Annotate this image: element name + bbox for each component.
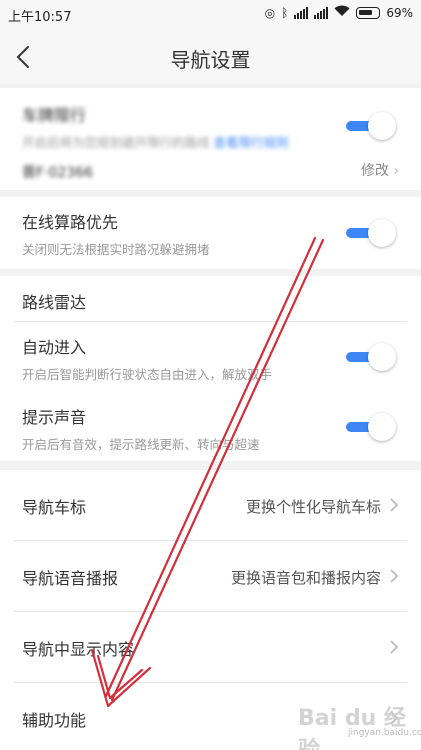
list-item-label: 导航车标 — [22, 498, 87, 517]
battery-icon — [356, 6, 381, 19]
list-item-nav-car-icon[interactable]: 导航车标 更换个性化导航车标 — [0, 470, 421, 540]
signal-icon-2 — [314, 6, 329, 19]
watermark-logo: Bai du 经验 jingyan.baidu.com — [298, 706, 421, 750]
plate-restriction-card: 车牌限行 开启后将为您规划避开限行的路线 查看限行规则 晋F·02366 修改 … — [0, 88, 421, 190]
plate-restriction-title: 车牌限行 — [22, 106, 87, 125]
auto-enter-title: 自动进入 — [22, 338, 87, 357]
list-item-display-content[interactable]: 导航中显示内容 — [0, 612, 421, 682]
chevron-right-icon — [390, 498, 399, 512]
list-item-label: 导航中显示内容 — [22, 640, 135, 659]
online-route-subtitle: 关闭则无法根据实时路况躲避拥堵 — [22, 242, 210, 257]
plate-restriction-toggle[interactable] — [346, 112, 396, 140]
auto-enter-toggle[interactable] — [346, 343, 396, 371]
list-item-value: 更换语音包和播报内容 — [230, 569, 381, 587]
alarm-icon: ◎ — [264, 5, 276, 20]
list-item-label: 辅助功能 — [22, 711, 87, 730]
plate-restriction-subtitle: 开启后将为您规划避开限行的路线 查看限行规则 — [22, 135, 289, 150]
status-bar: 上午10:57 ◎ ᛒ 69% — [0, 0, 421, 30]
online-route-card: 在线算路优先 关闭则无法根据实时路况躲避拥堵 — [0, 197, 421, 269]
chevron-right-icon — [390, 569, 399, 583]
online-route-title: 在线算路优先 — [22, 213, 119, 232]
list-item-voice-broadcast[interactable]: 导航语音播报 更换语音包和播报内容 — [0, 541, 421, 611]
online-route-toggle[interactable] — [346, 219, 396, 247]
route-radar-card: 路线雷达 自动进入 开启后智能判断行驶状态自由进入，解放双手 提示声音 开启后有… — [0, 276, 421, 461]
list-item-label: 导航语音播报 — [22, 569, 119, 588]
divider — [14, 321, 407, 322]
sound-title: 提示声音 — [22, 408, 87, 427]
battery-percent: 69% — [386, 5, 413, 20]
route-radar-title: 路线雷达 — [22, 293, 87, 312]
sound-subtitle: 开启后有音效，提示路线更新、转向与超速 — [22, 437, 260, 452]
nav-bar: 导航设置 — [0, 30, 421, 84]
edit-plate-button[interactable]: 修改 › — [361, 160, 399, 180]
chevron-right-icon: › — [393, 163, 399, 179]
status-time: 上午10:57 — [8, 10, 72, 25]
plate-number: 晋F·02366 — [22, 165, 94, 181]
wifi-icon — [334, 5, 350, 20]
auto-enter-subtitle: 开启后智能判断行驶状态自由进入，解放双手 — [22, 367, 273, 382]
page-title: 导航设置 — [170, 48, 251, 72]
sound-toggle[interactable] — [346, 413, 396, 441]
chevron-right-icon — [390, 640, 399, 654]
restriction-rules-link[interactable]: 查看限行规则 — [214, 135, 289, 150]
list-item-value: 更换个性化导航车标 — [245, 498, 381, 516]
bluetooth-icon: ᛒ — [281, 5, 289, 20]
signal-icon — [294, 6, 309, 19]
